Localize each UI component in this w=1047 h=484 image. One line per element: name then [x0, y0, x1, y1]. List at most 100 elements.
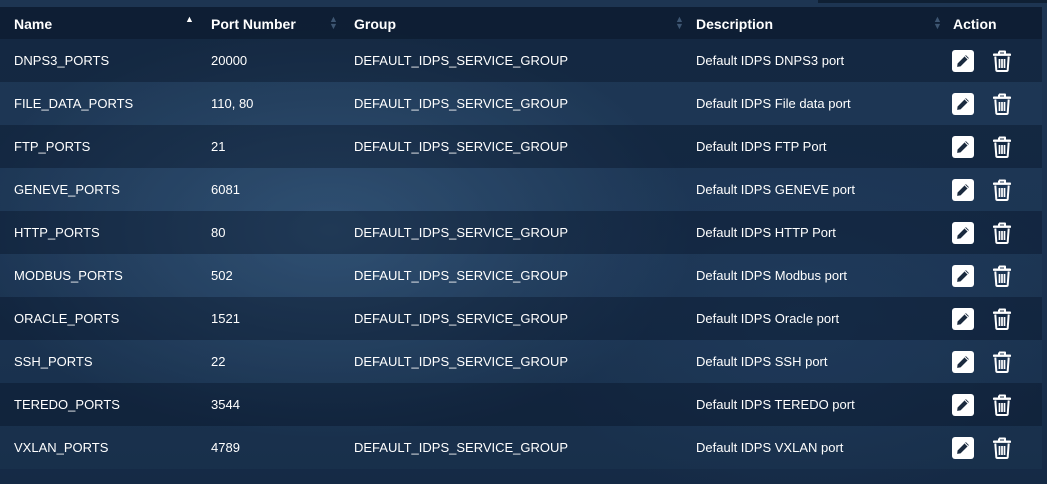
edit-button[interactable] [952, 393, 974, 416]
delete-button[interactable] [991, 307, 1013, 331]
table-row[interactable]: ORACLE_PORTS 1521 DEFAULT_IDPS_SERVICE_G… [0, 297, 1042, 340]
edit-button[interactable] [952, 178, 974, 201]
cell-group: DEFAULT_IDPS_SERVICE_GROUP [354, 354, 569, 369]
cell-port: 80 [211, 225, 226, 240]
cell-action [948, 82, 1042, 125]
cell-port: 21 [211, 139, 226, 154]
cell-description: Default IDPS TEREDO port [696, 397, 855, 412]
table-header-row: Name ▲ Port Number ▲ ▼ Group ▲ ▼ Descripti… [0, 7, 1042, 39]
row-actions [952, 436, 1042, 460]
delete-button[interactable] [991, 135, 1013, 159]
table-row[interactable]: MODBUS_PORTS 502 DEFAULT_IDPS_SERVICE_GR… [0, 254, 1042, 297]
edit-button[interactable] [952, 49, 974, 72]
table-row[interactable]: DNPS3_PORTS 20000 DEFAULT_IDPS_SERVICE_G… [0, 39, 1042, 82]
sort-asc-icon[interactable]: ▲ [185, 15, 194, 24]
pencil-icon [957, 441, 969, 454]
trash-icon [993, 394, 1011, 416]
edit-button[interactable] [952, 436, 974, 459]
delete-button[interactable] [991, 393, 1013, 417]
column-header-description[interactable]: Description ▲ ▼ [690, 7, 948, 39]
column-header-name[interactable]: Name ▲ [0, 7, 200, 39]
trash-icon [993, 136, 1011, 158]
sort-icon[interactable]: ▲ ▼ [675, 15, 684, 31]
cell-group: DEFAULT_IDPS_SERVICE_GROUP [354, 96, 569, 111]
delete-button[interactable] [991, 49, 1013, 73]
cell-description: Default IDPS Oracle port [696, 311, 840, 326]
delete-button[interactable] [991, 178, 1013, 202]
table-row[interactable]: VXLAN_PORTS 4789 DEFAULT_IDPS_SERVICE_GR… [0, 426, 1042, 469]
edit-button[interactable] [952, 307, 974, 330]
cell-description: Default IDPS DNPS3 port [696, 53, 845, 68]
cell-port: 20000 [211, 53, 248, 68]
table-row[interactable]: FILE_DATA_PORTS 110, 80 DEFAULT_IDPS_SER… [0, 82, 1042, 125]
cell-group: DEFAULT_IDPS_SERVICE_GROUP [354, 139, 569, 154]
cell-action [948, 297, 1042, 340]
delete-button[interactable] [991, 264, 1013, 288]
trash-icon [993, 179, 1011, 201]
cell-action [948, 211, 1042, 254]
cell-description: Default IDPS File data port [696, 96, 851, 111]
row-actions [952, 264, 1042, 288]
column-header-name-label: Name [14, 16, 53, 32]
cell-name: FILE_DATA_PORTS [14, 96, 134, 111]
cell-group: DEFAULT_IDPS_SERVICE_GROUP [354, 311, 569, 326]
pencil-icon [957, 312, 969, 325]
cell-action [948, 125, 1042, 168]
cell-group [344, 168, 690, 211]
column-header-group[interactable]: Group ▲ ▼ [344, 7, 690, 39]
cell-port: 1521 [211, 311, 240, 326]
delete-button[interactable] [991, 436, 1013, 460]
cell-port: 4789 [211, 440, 240, 455]
trash-icon [993, 351, 1011, 373]
edit-button[interactable] [952, 221, 974, 244]
cell-action [948, 168, 1042, 211]
cell-name: SSH_PORTS [14, 354, 93, 369]
row-actions [952, 307, 1042, 331]
sort-icon[interactable]: ▲ ▼ [329, 15, 338, 31]
pencil-icon [957, 269, 969, 282]
table-row[interactable]: HTTP_PORTS 80 DEFAULT_IDPS_SERVICE_GROUP… [0, 211, 1042, 254]
pencil-icon [957, 226, 969, 239]
cell-name: GENEVE_PORTS [14, 182, 120, 197]
edit-button[interactable] [952, 135, 974, 158]
cell-action [948, 426, 1042, 469]
table-row[interactable]: SSH_PORTS 22 DEFAULT_IDPS_SERVICE_GROUP … [0, 340, 1042, 383]
cell-group: DEFAULT_IDPS_SERVICE_GROUP [354, 440, 569, 455]
cell-name: VXLAN_PORTS [14, 440, 109, 455]
cell-port: 6081 [211, 182, 240, 197]
cell-description: Default IDPS VXLAN port [696, 440, 844, 455]
cell-description: Default IDPS FTP Port [696, 139, 827, 154]
delete-button[interactable] [991, 92, 1013, 116]
row-actions [952, 49, 1042, 73]
table-row[interactable]: TEREDO_PORTS 3544 Default IDPS TEREDO po… [0, 383, 1042, 426]
sort-icon[interactable]: ▲ ▼ [933, 15, 942, 31]
column-header-port[interactable]: Port Number ▲ ▼ [200, 7, 344, 39]
row-actions [952, 178, 1042, 202]
column-header-group-label: Group [354, 16, 396, 32]
cell-port: 502 [211, 268, 233, 283]
column-header-action-label: Action [953, 16, 997, 32]
edit-button[interactable] [952, 92, 974, 115]
cell-description: Default IDPS Modbus port [696, 268, 848, 283]
table-row[interactable]: FTP_PORTS 21 DEFAULT_IDPS_SERVICE_GROUP … [0, 125, 1042, 168]
pencil-icon [957, 140, 969, 153]
cell-group: DEFAULT_IDPS_SERVICE_GROUP [354, 53, 569, 68]
table-row[interactable]: GENEVE_PORTS 6081 Default IDPS GENEVE po… [0, 168, 1042, 211]
cell-description: Default IDPS GENEVE port [696, 182, 855, 197]
cell-port: 22 [211, 354, 226, 369]
edit-button[interactable] [952, 350, 974, 373]
cell-group: DEFAULT_IDPS_SERVICE_GROUP [354, 225, 569, 240]
trash-icon [993, 222, 1011, 244]
table-body: DNPS3_PORTS 20000 DEFAULT_IDPS_SERVICE_G… [0, 39, 1042, 469]
trash-icon [993, 308, 1011, 330]
trash-icon [993, 50, 1011, 72]
delete-button[interactable] [991, 350, 1013, 374]
column-header-action: Action [948, 7, 1042, 39]
trash-icon [993, 93, 1011, 115]
cell-name: HTTP_PORTS [14, 225, 100, 240]
delete-button[interactable] [991, 221, 1013, 245]
edit-button[interactable] [952, 264, 974, 287]
pencil-icon [957, 183, 969, 196]
cell-name: ORACLE_PORTS [14, 311, 120, 326]
cell-group [344, 383, 690, 426]
